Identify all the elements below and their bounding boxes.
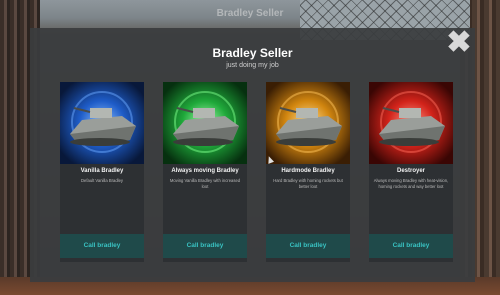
card-description: Default Vanilla Bradley xyxy=(80,178,124,183)
call-bradley-button[interactable]: Call bradley xyxy=(369,234,453,258)
call-bradley-button[interactable]: Call bradley xyxy=(60,234,144,258)
card-description: Always moving Bradley with heat-vision, … xyxy=(373,178,449,189)
tank-image xyxy=(163,82,247,164)
card-always-moving-bradley: Always moving Bradley Moving Vanilla Bra… xyxy=(163,82,247,262)
card-destroyer: Destroyer Always moving Bradley with hea… xyxy=(369,82,453,262)
tank-image xyxy=(60,82,144,164)
panel-subtitle: just doing my job xyxy=(226,62,279,69)
tank-image xyxy=(369,82,453,164)
tank-image xyxy=(266,82,350,164)
call-bradley-button[interactable]: Call bradley xyxy=(163,234,247,258)
card-description: Moving Vanilla Bradley with increased lo… xyxy=(169,178,241,189)
panel-title: Bradley Seller xyxy=(212,46,293,60)
card-description: Hard Bradley with homing rockets but bet… xyxy=(273,178,343,189)
card-hardmode-bradley: Hardmode Bradley Hard Bradley with homin… xyxy=(266,82,350,262)
background-title-ghost: Bradley Seller xyxy=(216,8,284,19)
card-vanilla-bradley: Vanilla Bradley Default Vanilla Bradley … xyxy=(60,82,144,262)
card-name: Hardmode Bradley xyxy=(281,168,335,174)
card-name: Vanilla Bradley xyxy=(80,168,124,174)
call-bradley-button[interactable]: Call bradley xyxy=(266,234,350,258)
card-name: Destroyer xyxy=(396,168,425,174)
card-name: Always moving Bradley xyxy=(171,168,239,174)
